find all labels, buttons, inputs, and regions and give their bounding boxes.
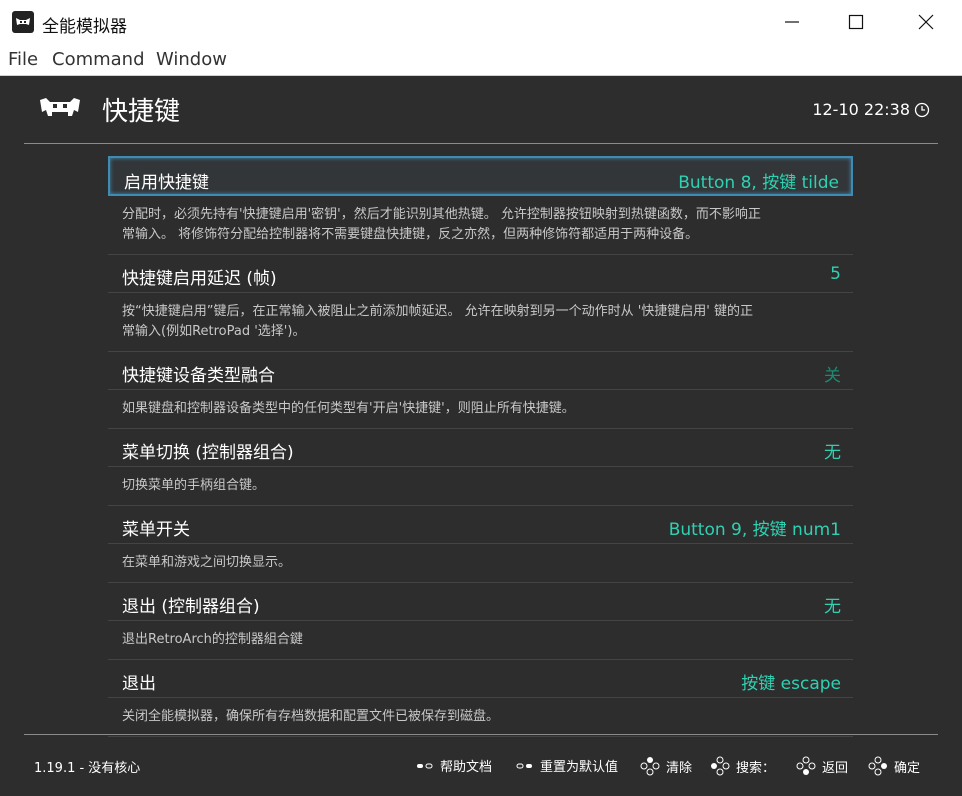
setting-value: 无 (824, 597, 841, 617)
setting-row-device-merge[interactable]: 快捷键设备类型融合 关 (108, 352, 853, 390)
clock: 12-10 22:38 (812, 100, 930, 119)
menu-command[interactable]: Command (52, 49, 145, 70)
clock-text: 12-10 22:38 (812, 100, 910, 119)
window-title: 全能模拟器 (42, 17, 127, 37)
page-title: 快捷键 (102, 97, 181, 127)
setting-description-line: 关闭全能模拟器，确保所有存档数据和配置文件已被保存到磁盘。 (122, 709, 500, 724)
setting-description: 按“快捷键启用”键后，在正常输入被阻止之前添加帧延迟。 允许在映射到另一个动作时… (108, 293, 853, 352)
setting-value: 5 (830, 264, 841, 284)
setting-row-hotkey-enable[interactable]: 启用快捷键 Button 8, 按键 tilde (108, 156, 853, 196)
setting-description: 关闭全能模拟器，确保所有存档数据和配置文件已被保存到磁盘。 (108, 698, 853, 737)
setting-value: 按键 escape (741, 674, 841, 694)
setting-label: 启用快捷键 (124, 173, 209, 193)
hint-help[interactable]: 帮助文档 (416, 756, 492, 775)
setting-label: 菜单切换 (控制器组合) (122, 443, 294, 463)
setting-description: 如果键盘和控制器设备类型中的任何类型有'开启'快捷键'，则阻止所有快捷键。 (108, 390, 853, 429)
setting-description-line: 切换菜单的手柄组合键。 (122, 478, 266, 493)
hint-label: 返回 (822, 760, 849, 776)
setting-description-line: 退出RetroArch的控制器組合鍵 (122, 632, 303, 647)
version-info: 1.19.1 - 没有核心 (34, 761, 141, 776)
header-divider (24, 143, 938, 144)
face-buttons-icon (640, 757, 660, 776)
setting-row-quit-combo[interactable]: 退出 (控制器组合) 无 (108, 583, 853, 621)
setting-label: 快捷键启用延迟 (帧) (122, 269, 277, 289)
retroarch-logo-icon (40, 98, 80, 116)
setting-description: 分配时，必须先持有'快捷键启用'密钥'，然后才能识别其他热键。 允许控制器按钮映… (108, 196, 853, 255)
setting-value: 无 (824, 443, 841, 463)
setting-description-line: 在菜单和游戏之间切换显示。 (122, 555, 292, 570)
setting-label: 退出 (122, 674, 156, 694)
hint-ok[interactable]: 确定 (868, 756, 920, 776)
title-bar: 全能模拟器 (0, 0, 962, 44)
app-icon (12, 11, 34, 33)
setting-description-line: 按“快捷键启用”键后，在正常输入被阻止之前添加帧延迟。 允许在映射到另一个动作时… (122, 304, 754, 319)
setting-description-line: 分配时，必须先持有'快捷键启用'密钥'，然后才能识别其他热键。 允许控制器按钮映… (122, 207, 761, 222)
setting-row-hotkey-delay[interactable]: 快捷键启用延迟 (帧) 5 (108, 255, 853, 293)
setting-row-quit[interactable]: 退出 按键 escape (108, 660, 853, 698)
hint-back[interactable]: 返回 (796, 756, 848, 776)
menu-bar: File Command Window (0, 44, 962, 76)
hint-label: 帮助文档 (440, 760, 493, 775)
setting-description-line: 如果键盘和控制器设备类型中的任何类型有'开启'快捷键'，则阻止所有快捷键。 (122, 401, 575, 416)
select-button-icon (417, 763, 433, 768)
setting-description: 切换菜单的手柄组合键。 (108, 467, 853, 506)
minimize-button[interactable] (758, 0, 826, 44)
setting-description-line: 常输入(例如RetroPad '选择')。 (122, 324, 306, 339)
footer-divider (24, 734, 938, 735)
setting-value: Button 8, 按键 tilde (678, 173, 839, 193)
hint-clear[interactable]: 清除 (640, 756, 692, 776)
hint-label: 清除 (666, 760, 693, 776)
face-buttons-icon (796, 756, 816, 775)
setting-label: 退出 (控制器组合) (122, 597, 260, 617)
clock-icon (914, 102, 930, 117)
maximize-icon (848, 14, 864, 30)
menu-window[interactable]: Window (156, 49, 227, 70)
minimize-icon (785, 21, 799, 23)
close-button[interactable] (892, 0, 960, 44)
face-buttons-icon (868, 756, 887, 776)
setting-label: 快捷键设备类型融合 (122, 366, 275, 386)
hint-search[interactable]: 搜索： (710, 756, 775, 776)
settings-list: 启用快捷键 Button 8, 按键 tilde 分配时，必须先持有'快捷键启用… (108, 156, 853, 737)
setting-description: 在菜单和游戏之间切换显示。 (108, 544, 853, 583)
setting-row-menu-toggle-combo[interactable]: 菜单切换 (控制器组合) 无 (108, 429, 853, 467)
setting-value: 关 (824, 366, 841, 386)
setting-value: Button 9, 按键 num1 (668, 520, 841, 540)
maximize-button[interactable] (822, 0, 890, 44)
main-content: 快捷键 12-10 22:38 启用快捷键 Button 8, 按键 tilde… (0, 76, 962, 796)
setting-label: 菜单开关 (122, 520, 190, 540)
close-icon (918, 14, 934, 30)
setting-description: 退出RetroArch的控制器組合鍵 (108, 621, 853, 660)
hint-reset[interactable]: 重置为默认值 (516, 756, 618, 775)
hint-label: 搜索： (736, 760, 776, 776)
start-button-icon (516, 763, 532, 768)
setting-description-line: 常输入。 将修饰符分配给控制器将不需要键盘快捷键，反之亦然，但两种修饰符都适用于… (122, 227, 699, 242)
setting-row-menu-toggle[interactable]: 菜单开关 Button 9, 按键 num1 (108, 506, 853, 544)
face-buttons-icon (711, 756, 730, 776)
menu-file[interactable]: File (8, 49, 38, 70)
hint-label: 确定 (894, 760, 921, 776)
hint-label: 重置为默认值 (540, 760, 619, 775)
